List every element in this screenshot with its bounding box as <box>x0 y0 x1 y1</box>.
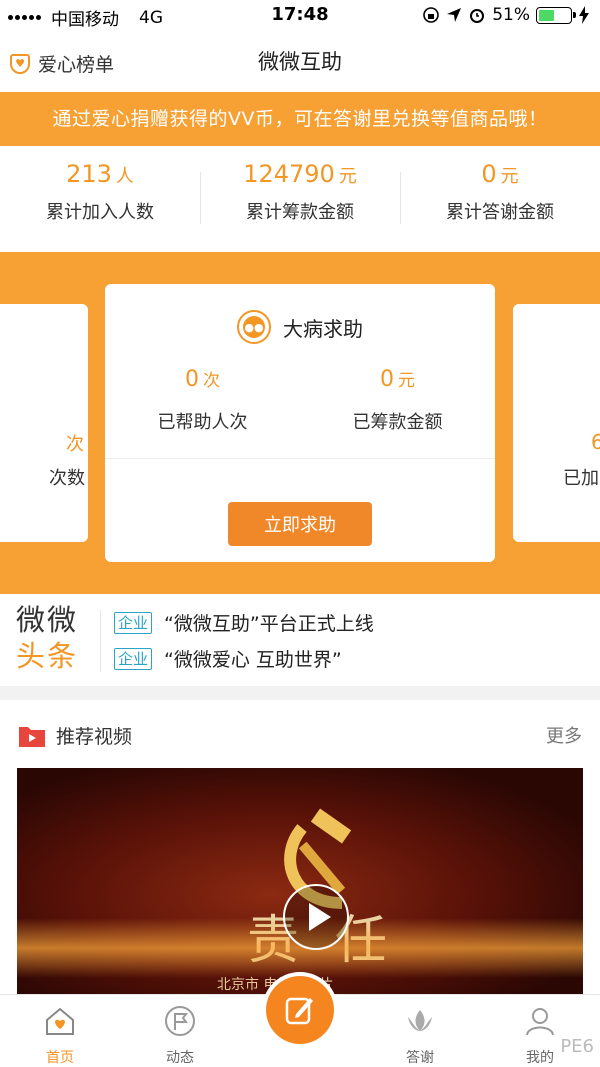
video-section-title-group: 推荐视频 <box>18 722 132 749</box>
headline-item[interactable]: 企业 “微微爱心 互助世界” <box>114 645 342 672</box>
notice-banner[interactable]: 通过爱心捐赠获得的VV币，可在答谢里兑换等值商品哦！ <box>0 92 600 146</box>
card-stat-helped: 0次 已帮助人次 <box>105 366 300 434</box>
carousel-card-prev[interactable]: 次 次数 <box>0 304 88 542</box>
user-icon <box>526 1008 554 1036</box>
program-carousel[interactable]: 次 次数 ●● 大病求助 0次 已帮助人次 0元 已筹款金额 立即求助 6 已加 <box>0 252 600 594</box>
tab-label: 答谢 <box>406 1050 434 1066</box>
stat-joined: 213 人 累计加入人数 <box>0 146 200 252</box>
alarm-icon <box>470 9 485 23</box>
section-separator <box>0 686 600 700</box>
status-right: 51% <box>422 5 590 25</box>
card-stat-value: 0 <box>380 367 394 392</box>
card-stat-label: 已帮助人次 <box>157 412 248 433</box>
stat-label: 累计加入人数 <box>46 202 154 223</box>
stat-raised: 124790 元 累计筹款金额 <box>200 146 400 252</box>
stat-value: 213 <box>66 160 112 188</box>
card-header: ●● 大病求助 <box>105 310 495 344</box>
summary-stats: 213 人 累计加入人数 124790 元 累计筹款金额 0元 累计答谢金额 <box>0 146 600 252</box>
card-stat-unit: 元 <box>398 371 415 391</box>
more-videos-link[interactable]: 更多 <box>546 722 582 748</box>
lotus-icon <box>408 1010 432 1031</box>
video-section-header: 推荐视频 更多 <box>0 700 600 768</box>
battery-icon <box>536 6 576 24</box>
stat-thanks: 0元 累计答谢金额 <box>400 146 600 252</box>
headline-text: “微微爱心 互助世界” <box>164 649 342 671</box>
peek-label: 已加 <box>563 468 599 489</box>
card-stat-label: 已筹款金额 <box>352 412 443 433</box>
video-section-title: 推荐视频 <box>56 726 133 748</box>
tab-label: 首页 <box>46 1050 74 1066</box>
headlines-section: 微微 头条 企业 “微微互助”平台正式上线 企业 “微微爱心 互助世界” <box>0 594 600 686</box>
status-bar: 中国移动 4G 17:48 51% <box>0 0 600 32</box>
tab-thanks[interactable]: 答谢 <box>380 1005 460 1067</box>
card-title: 大病求助 <box>283 316 363 341</box>
headlines-divider <box>100 610 101 672</box>
carousel-card-next[interactable]: 6 已加 <box>513 304 600 542</box>
headline-item[interactable]: 企业 “微微互助”平台正式上线 <box>114 609 374 636</box>
stat-unit: 元 <box>338 166 357 187</box>
location-icon <box>447 8 462 22</box>
edit-pencil-icon <box>285 997 313 1025</box>
tab-home[interactable]: 首页 <box>20 1005 100 1067</box>
flag-icon <box>165 1006 195 1036</box>
page-title: 微微互助 <box>258 50 342 74</box>
nav-bar: ♥ 爱心榜单 微微互助 <box>0 32 600 92</box>
peek-label: 次数 <box>49 468 85 489</box>
charging-icon <box>579 6 589 24</box>
carousel-card-serious-illness[interactable]: ●● 大病求助 0次 已帮助人次 0元 已筹款金额 立即求助 <box>105 284 495 562</box>
card-stat-value: 0 <box>185 367 199 392</box>
play-button[interactable] <box>283 884 349 950</box>
card-stat-raised: 0元 已筹款金额 <box>300 366 495 434</box>
stat-value: 124790 <box>243 160 335 188</box>
stat-value: 0 <box>481 160 497 188</box>
headlines-logo-line2: 头条 <box>16 639 79 673</box>
video-thumbnail[interactable]: 责任 北京市 电视宣传片 <box>17 768 583 998</box>
watermark: PE6 <box>560 1036 594 1057</box>
tab-label: 动态 <box>166 1050 194 1066</box>
card-stat-unit: 次 <box>203 371 220 391</box>
stat-label: 累计答谢金额 <box>446 202 554 223</box>
compose-button-inner <box>266 976 334 1044</box>
stat-unit: 人 <box>115 166 134 187</box>
stat-unit: 元 <box>500 166 519 187</box>
stat-label: 累计筹款金额 <box>246 202 354 223</box>
compose-button[interactable] <box>262 972 338 1048</box>
peek-value: 次 <box>66 434 84 455</box>
group-people-icon: ●● <box>237 310 271 344</box>
tab-dynamics[interactable]: 动态 <box>140 1005 220 1067</box>
headline-tag: 企业 <box>114 611 153 634</box>
headlines-logo: 微微 头条 <box>16 602 78 674</box>
request-help-button[interactable]: 立即求助 <box>228 502 372 546</box>
card-divider <box>105 458 495 459</box>
rotation-lock-icon <box>423 7 440 23</box>
card-stats: 0次 已帮助人次 0元 已筹款金额 <box>105 366 495 434</box>
app-screen: 中国移动 4G 17:48 51% ♥ 爱心榜单 微微互助 通过爱心捐赠获得的V… <box>0 0 600 1067</box>
video-folder-icon <box>19 726 45 747</box>
battery-percent: 51% <box>492 5 530 25</box>
headlines-logo-line1: 微微 <box>16 603 79 637</box>
headline-text: “微微互助”平台正式上线 <box>164 613 374 635</box>
home-heart-icon <box>46 1007 74 1035</box>
headline-tag: 企业 <box>114 647 153 670</box>
peek-value: 6 <box>591 430 600 454</box>
